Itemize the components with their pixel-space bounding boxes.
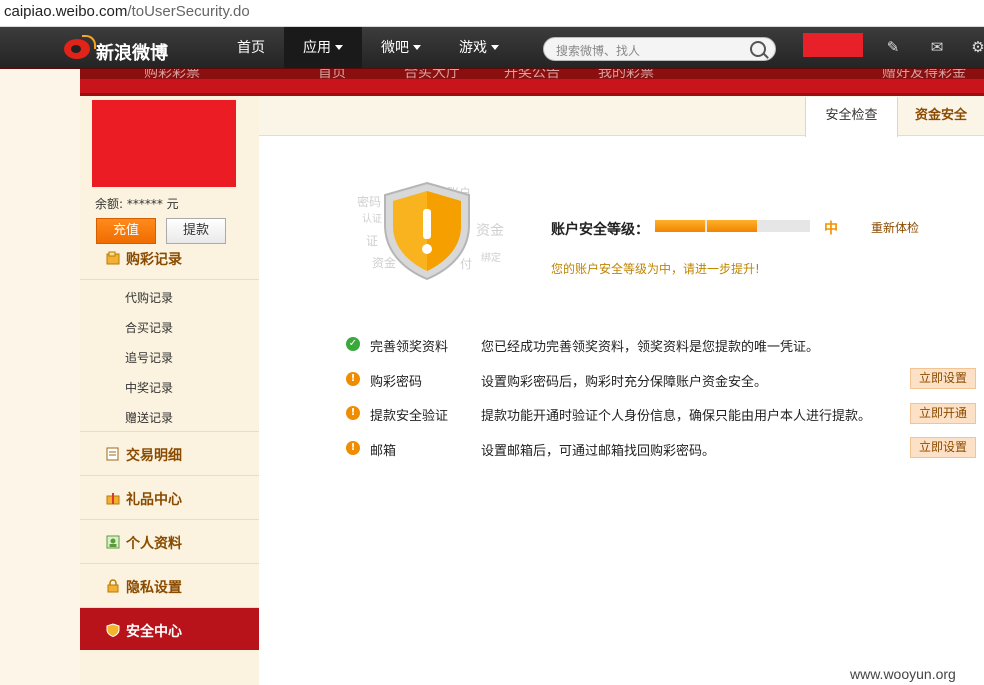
- url-host: caipiao.weibo.com: [4, 3, 128, 20]
- search-placeholder: 搜索微博、找人: [556, 44, 641, 58]
- sidebar-item-label: 礼品中心: [126, 492, 182, 508]
- item-name: 邮箱: [370, 444, 397, 459]
- logo-text: 新浪微博: [96, 43, 168, 64]
- nav-weiba-label: 微吧: [381, 40, 409, 56]
- level-segment-1: [655, 220, 705, 232]
- lottery-subnav: 购彩彩票 首页 合买大厅 开奖公告 我的彩票 赠好友得彩金: [80, 69, 984, 79]
- sidebar-item-lottery-records[interactable]: 购彩记录: [80, 236, 259, 280]
- sidebar-subitem-gift-records[interactable]: 赠送记录: [125, 409, 173, 426]
- enable-withdraw-verify-button[interactable]: 立即开通: [910, 403, 976, 424]
- left-gutter: [0, 69, 80, 685]
- tab-fund-security[interactable]: 资金安全: [898, 97, 984, 137]
- subnav-item[interactable]: 开奖公告: [504, 69, 560, 79]
- lock-icon: [106, 579, 120, 593]
- warning-icon: !: [346, 441, 360, 455]
- warning-icon: !: [346, 372, 360, 386]
- sidebar-item-profile[interactable]: 个人资料: [80, 520, 259, 564]
- chevron-down-icon: [335, 45, 343, 50]
- lottery-record-icon: [106, 251, 120, 265]
- watermark: www.wooyun.org: [850, 666, 956, 682]
- address-bar[interactable]: caipiao.weibo.com/toUserSecurity.do: [0, 0, 984, 27]
- check-icon: ✓: [346, 337, 360, 351]
- item-name: 购彩密码: [370, 375, 423, 390]
- item-name: 提款安全验证: [370, 409, 449, 424]
- url-text[interactable]: caipiao.weibo.com/toUserSecurity.do: [4, 3, 250, 20]
- sidebar-item-label: 安全中心: [126, 624, 182, 640]
- sidebar-item-label: 交易明细: [126, 448, 182, 464]
- shield-icon: [106, 623, 120, 638]
- security-level-label: 账户安全等级：: [551, 222, 649, 238]
- set-email-button[interactable]: 立即设置: [910, 437, 976, 458]
- nav-games[interactable]: 游戏: [448, 27, 510, 68]
- settings-icon[interactable]: ⚙: [970, 39, 984, 55]
- balance-text: 余额: ****** 元: [95, 197, 179, 211]
- sidebar-item-label: 个人资料: [126, 536, 182, 552]
- sidebar-subitem-joint-records[interactable]: 合买记录: [125, 319, 173, 336]
- red-banner: [80, 79, 984, 93]
- level-segment-2: [707, 220, 757, 232]
- subnav-item[interactable]: 购彩彩票: [144, 69, 200, 79]
- compose-icon[interactable]: ✎: [885, 39, 901, 55]
- item-name: 完善领奖资料: [370, 340, 449, 355]
- weibo-wave-icon: [82, 35, 96, 49]
- security-level-value: 中: [824, 221, 838, 237]
- sidebar-item-security[interactable]: 安全中心: [80, 608, 259, 650]
- search-input[interactable]: 搜索微博、找人: [543, 37, 776, 61]
- nav-apps[interactable]: 应用: [284, 27, 362, 68]
- message-icon[interactable]: ✉: [929, 39, 945, 55]
- nav-weiba[interactable]: 微吧: [370, 27, 432, 68]
- sidebar-item-privacy[interactable]: 隐私设置: [80, 564, 259, 608]
- warning-icon: !: [346, 406, 360, 420]
- url-path: /toUserSecurity.do: [127, 3, 250, 20]
- sidebar-subitem-chase-records[interactable]: 追号记录: [125, 349, 173, 366]
- subnav-item[interactable]: 我的彩票: [598, 69, 654, 79]
- subnav-item[interactable]: 赠好友得彩金: [882, 69, 966, 79]
- weibo-logo[interactable]: 新浪微博: [64, 35, 184, 64]
- subnav-item[interactable]: 合买大厅: [404, 69, 460, 79]
- sidebar-subitem-agent-records[interactable]: 代购记录: [125, 289, 173, 306]
- security-shield-icon: [381, 181, 473, 281]
- nav-home[interactable]: 首页: [228, 27, 274, 68]
- bg-word: 证: [366, 234, 379, 248]
- sidebar-item-transactions[interactable]: 交易明细: [80, 432, 259, 476]
- security-level-bar: [655, 220, 810, 232]
- avatar[interactable]: [92, 100, 236, 187]
- item-desc: 您已经成功完善领奖资料，领奖资料是您提款的唯一凭证。: [481, 340, 820, 355]
- tab-security-check[interactable]: 安全检查: [805, 97, 898, 137]
- transaction-icon: [106, 447, 120, 461]
- recheck-link[interactable]: 重新体检: [871, 219, 919, 236]
- nav-apps-label: 应用: [303, 40, 331, 56]
- bg-word: 认证: [362, 214, 382, 225]
- bg-word: 密码: [357, 195, 382, 209]
- sidebar-item-gifts[interactable]: 礼品中心: [80, 476, 259, 520]
- subnav-item[interactable]: 首页: [318, 69, 346, 79]
- item-desc: 设置邮箱后，可通过邮箱找回购彩密码。: [481, 444, 716, 459]
- chevron-down-icon: [413, 45, 421, 50]
- chevron-down-icon: [491, 45, 499, 50]
- sidebar-subitem-win-records[interactable]: 中奖记录: [125, 379, 173, 396]
- item-desc: 提款功能开通时验证个人身份信息，确保只能由用户本人进行提款。: [481, 409, 872, 424]
- nav-games-label: 游戏: [459, 40, 487, 56]
- search-icon[interactable]: [750, 41, 766, 57]
- item-desc: 设置购彩密码后，购彩时充分保障账户资金安全。: [481, 375, 768, 390]
- set-password-button[interactable]: 立即设置: [910, 368, 976, 389]
- security-level-hint: 您的账户安全等级为中，请进一步提升!: [551, 262, 760, 276]
- nav-home-label: 首页: [237, 40, 265, 56]
- bg-word: 资金: [476, 223, 504, 239]
- profile-icon: [106, 535, 120, 549]
- gift-icon: [106, 491, 120, 505]
- sidebar-item-label: 隐私设置: [126, 580, 182, 596]
- bg-word: 绑定: [481, 253, 501, 264]
- username-redacted[interactable]: [803, 33, 863, 57]
- sidebar-item-label: 购彩记录: [126, 252, 182, 268]
